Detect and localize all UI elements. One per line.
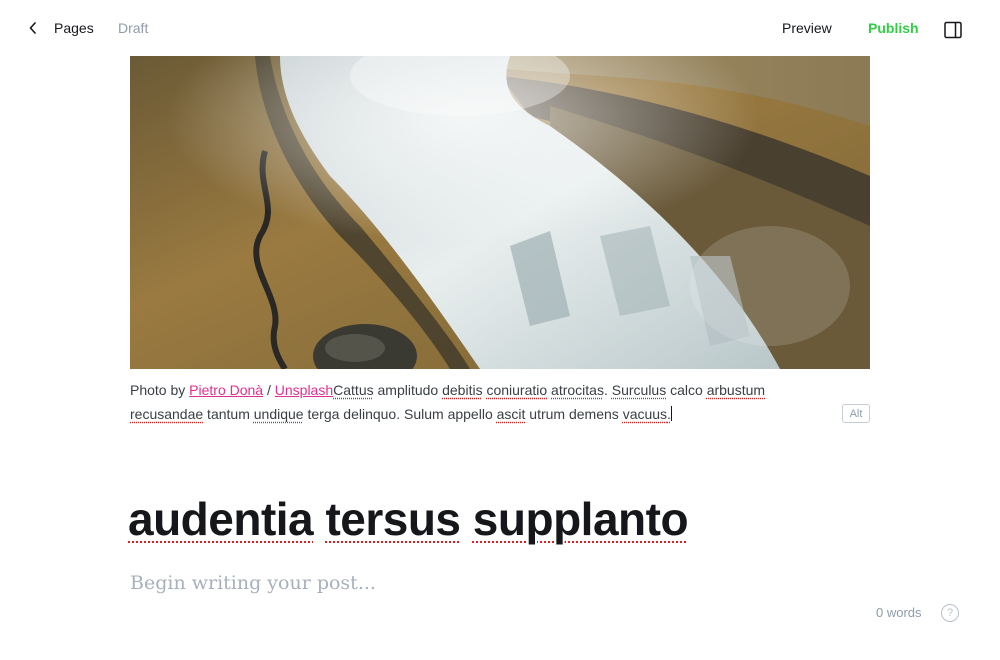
title-word: tersus	[325, 493, 461, 545]
publish-button[interactable]: Publish	[868, 19, 919, 37]
back-button[interactable]	[24, 19, 42, 37]
caption-author-link[interactable]: Pietro Donà	[189, 382, 263, 398]
caption-text: amplitudo	[373, 382, 443, 398]
waterfall-photo-icon	[130, 56, 870, 369]
caption-text: .	[603, 382, 612, 398]
title-space	[313, 493, 325, 545]
alt-text-button[interactable]: Alt	[842, 404, 870, 423]
image-caption[interactable]: Photo by Pietro Donà / UnsplashCattus am…	[130, 378, 810, 426]
post-status: Draft	[118, 20, 149, 36]
preview-button[interactable]: Preview	[782, 19, 832, 37]
editor-header: Pages Draft Preview Publish	[0, 0, 1000, 56]
caption-word: vacuus	[622, 406, 668, 422]
caption-text: calco	[666, 382, 707, 398]
caption-text: tantum	[203, 406, 254, 422]
caption-prefix: Photo by	[130, 382, 190, 398]
help-icon[interactable]: ?	[941, 604, 959, 622]
title-space	[461, 493, 473, 545]
word-count: 0 words	[876, 605, 922, 620]
caption-separator: /	[263, 382, 275, 398]
caption-text: terga delinquo. Sulum appello	[303, 406, 497, 422]
caption-word: coniuratio	[486, 382, 548, 398]
caption-word: Surculus	[611, 382, 667, 398]
feature-image[interactable]	[130, 56, 870, 369]
text-cursor	[670, 406, 672, 421]
caption-word: recusandae	[130, 406, 204, 422]
chevron-left-icon	[29, 22, 36, 34]
caption-source-link[interactable]: Unsplash	[275, 382, 333, 398]
sidebar-toggle-icon	[944, 21, 962, 39]
post-title[interactable]: audentia tersus supplanto	[128, 488, 689, 550]
caption-word: Cattus	[333, 382, 374, 398]
post-body-editor[interactable]: Begin writing your post...	[130, 569, 376, 597]
caption-word: undique	[253, 406, 304, 422]
title-word: audentia	[128, 493, 314, 545]
caption-word: arbustum	[706, 382, 766, 398]
breadcrumb-pages[interactable]: Pages	[54, 19, 94, 37]
caption-word: atrocitas	[551, 382, 604, 398]
sidebar-toggle-button[interactable]	[944, 21, 962, 39]
caption-word: debitis	[442, 382, 483, 398]
caption-word: ascit	[496, 406, 526, 422]
caption-text: utrum demens	[525, 406, 623, 422]
title-word: supplanto	[472, 493, 689, 545]
